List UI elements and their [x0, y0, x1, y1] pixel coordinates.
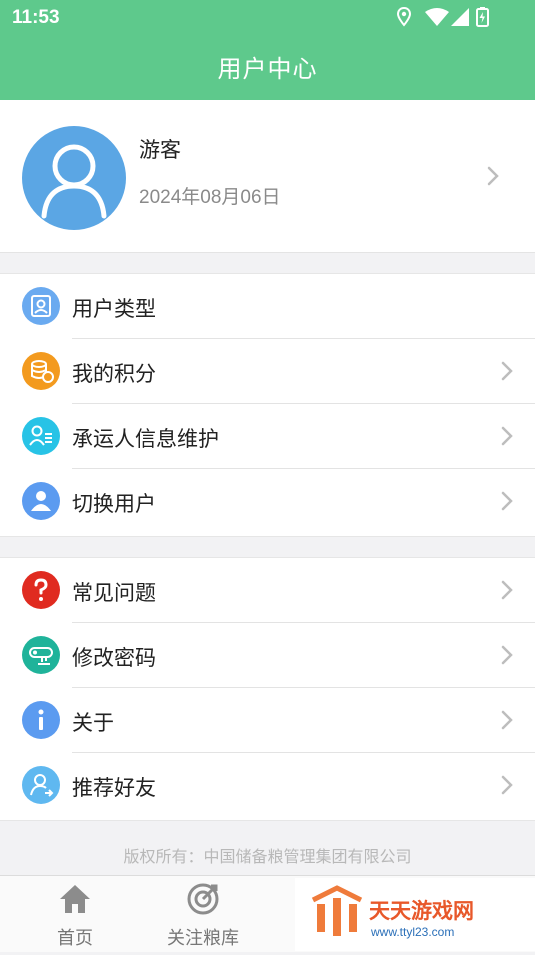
- profile-name: 游客: [139, 138, 181, 162]
- menu-item-recommend-friend[interactable]: 推荐好友: [0, 753, 535, 818]
- coins-icon: [22, 352, 60, 390]
- menu-item-label: 修改密码: [72, 646, 156, 670]
- user-type-icon: [22, 287, 60, 325]
- battery-icon: [476, 7, 489, 27]
- tab-home[interactable]: 首页: [20, 876, 130, 952]
- key-icon: [22, 636, 60, 674]
- target-icon: [187, 883, 219, 915]
- chevron-right-icon: [501, 645, 513, 665]
- menu-item-faq[interactable]: 常见问题: [0, 558, 535, 623]
- menu-item-label: 承运人信息维护: [72, 427, 219, 451]
- menu-item-change-password[interactable]: 修改密码: [0, 623, 535, 688]
- avatar-icon: [22, 126, 126, 230]
- tab-label: 首页: [57, 928, 93, 949]
- location-icon: [397, 6, 412, 27]
- question-icon: [22, 571, 60, 609]
- profile-card[interactable]: 游客 2024年08月06日: [0, 100, 535, 253]
- tab-follow-granary[interactable]: 关注粮库: [148, 876, 258, 952]
- wifi-icon: [425, 8, 449, 26]
- menu-item-label: 关于: [72, 711, 114, 735]
- watermark-mark: [311, 885, 363, 936]
- chevron-right-icon: [501, 710, 513, 730]
- info-icon: [22, 701, 60, 739]
- chevron-right-icon: [487, 166, 499, 186]
- chevron-right-icon: [501, 491, 513, 511]
- menu-group-account: 用户类型 我的积分 承运人信息维护 切换用户: [0, 273, 535, 537]
- profile-date: 2024年08月06日: [139, 187, 281, 208]
- copyright-text: 版权所有：中国储备粮管理集团有限公司: [123, 847, 412, 866]
- signal-icon: [451, 8, 469, 26]
- menu-item-label: 推荐好友: [72, 776, 156, 800]
- page-title: 用户中心: [217, 55, 318, 83]
- chevron-right-icon: [501, 361, 513, 381]
- watermark: 天天游戏网 www.ttyl23.com: [295, 878, 535, 951]
- menu-item-carrier-info[interactable]: 承运人信息维护: [0, 404, 535, 469]
- menu-group-help: 常见问题 修改密码 关于 推荐好友: [0, 557, 535, 821]
- menu-item-label: 切换用户: [72, 492, 156, 516]
- chevron-right-icon: [501, 580, 513, 600]
- watermark-url: www.ttyl23.com: [370, 925, 454, 939]
- title-bar: 用户中心: [0, 38, 535, 100]
- status-time: 11:53: [12, 7, 60, 28]
- status-bar: 11:53: [0, 0, 535, 38]
- switch-user-icon: [22, 482, 60, 520]
- recommend-friend-icon: [22, 766, 60, 804]
- menu-item-about[interactable]: 关于: [0, 688, 535, 753]
- chevron-right-icon: [501, 426, 513, 446]
- watermark-brand: 天天游戏网: [369, 899, 474, 923]
- menu-item-user-type[interactable]: 用户类型: [0, 274, 535, 339]
- menu-item-label: 我的积分: [72, 362, 156, 386]
- tab-label: 关注粮库: [167, 928, 239, 949]
- menu-item-my-points[interactable]: 我的积分: [0, 339, 535, 404]
- menu-item-switch-user[interactable]: 切换用户: [0, 469, 535, 534]
- status-icons: [397, 6, 489, 27]
- menu-item-label: 用户类型: [72, 297, 156, 321]
- chevron-right-icon: [501, 775, 513, 795]
- menu-item-label: 常见问题: [72, 581, 156, 605]
- carrier-info-icon: [22, 417, 60, 455]
- watermark-logo: 天天游戏网 www.ttyl23.com: [311, 885, 474, 939]
- home-icon: [60, 885, 90, 913]
